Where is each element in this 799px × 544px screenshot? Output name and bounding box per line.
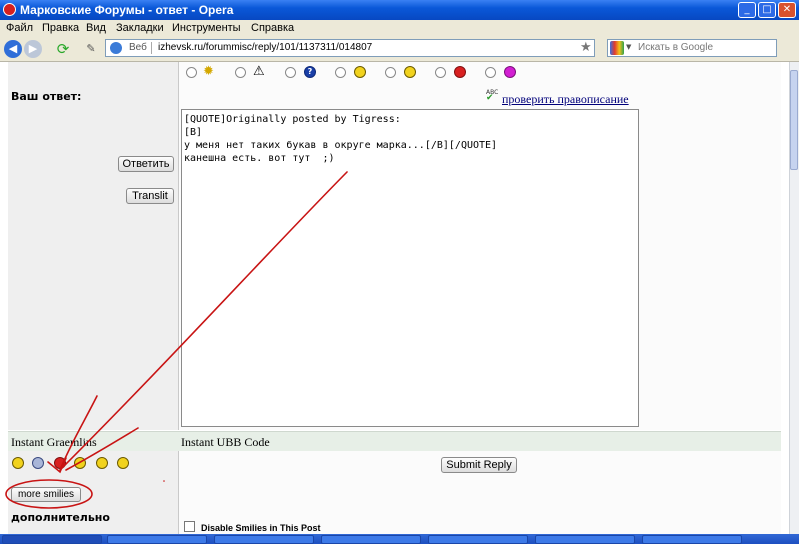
extra-options-label: дополнительно	[11, 511, 110, 524]
post-icon-radio[interactable]	[235, 67, 246, 78]
chevron-down-icon[interactable]: ▼	[626, 43, 631, 51]
menu-bar: Файл Правка Вид Закладки Инструменты Спр…	[0, 20, 799, 37]
search-field[interactable]: ▼ Искать в Google	[607, 39, 777, 57]
globe-icon	[110, 42, 122, 54]
edit-icon[interactable]: ✎	[82, 40, 100, 58]
graemlin-sad-icon[interactable]	[32, 457, 44, 469]
submit-reply-button[interactable]: Submit Reply	[441, 457, 517, 473]
cool-icon	[354, 66, 366, 78]
taskbar	[0, 534, 799, 544]
post-icon-radio[interactable]	[435, 67, 446, 78]
page-content: ✹ ⚠ ? Ваш ответ: ABC ✔ проверить правопи…	[0, 62, 789, 534]
translit-button[interactable]: Translit	[126, 188, 174, 204]
back-icon[interactable]: ◀	[4, 40, 22, 58]
taskbar-button[interactable]	[214, 535, 314, 544]
title-bar: Марковские Форумы - ответ - Opera _ □ ✕	[0, 0, 799, 20]
address-label: Веб	[129, 42, 147, 53]
bookmark-star-icon[interactable]: ★	[580, 40, 592, 55]
warning-icon: ⚠	[253, 64, 265, 79]
instant-graemlins-label: Instant Graemlins	[11, 435, 97, 449]
taskbar-button[interactable]	[2, 535, 102, 544]
minimize-button[interactable]: _	[738, 2, 756, 18]
menu-tools[interactable]: Инструменты	[172, 22, 241, 34]
taskbar-button[interactable]	[428, 535, 528, 544]
purple-icon	[504, 66, 516, 78]
url-text[interactable]: izhevsk.ru/forummisc/reply/101/1137311/0…	[158, 42, 372, 53]
your-answer-label: Ваш ответ:	[11, 90, 82, 103]
post-icon-radio[interactable]	[335, 67, 346, 78]
taskbar-button[interactable]	[642, 535, 742, 544]
reply-button[interactable]: Ответить	[118, 156, 174, 172]
post-icon-radio[interactable]	[186, 67, 197, 78]
instant-codes-bar: Instant Graemlins Instant UBB Code	[8, 431, 781, 452]
google-icon[interactable]	[610, 41, 624, 55]
disable-smilies-label: Disable Smilies in This Post	[201, 523, 321, 533]
post-icon-radio[interactable]	[385, 67, 396, 78]
menu-edit[interactable]: Правка	[42, 22, 79, 34]
taskbar-button[interactable]	[535, 535, 635, 544]
more-smilies-button[interactable]: more smilies	[11, 487, 81, 502]
opera-logo-icon	[3, 3, 16, 16]
close-button[interactable]: ✕	[778, 2, 796, 18]
address-separator	[151, 42, 152, 54]
graemlin-smile-icon[interactable]	[12, 457, 24, 469]
menu-view[interactable]: Вид	[86, 22, 106, 34]
message-line: [QUOTE]Originally posted by Tigress:	[184, 114, 401, 125]
lightbulb-icon: ✹	[203, 64, 214, 79]
checkmark-icon: ✔	[486, 93, 494, 103]
message-line: [B]	[184, 127, 203, 138]
taskbar-button[interactable]	[107, 535, 207, 544]
angry-icon	[454, 66, 466, 78]
menu-help[interactable]: Справка	[251, 22, 294, 34]
taskbar-button[interactable]	[321, 535, 421, 544]
navigation-toolbar: ◀ ▶ ⟳ ✎ Веб izhevsk.ru/forummisc/reply/1…	[0, 37, 799, 62]
post-icon-radio[interactable]	[485, 67, 496, 78]
search-placeholder: Искать в Google	[638, 42, 714, 53]
graemlin-laugh-icon[interactable]	[117, 457, 129, 469]
graemlin-grin-icon[interactable]	[96, 457, 108, 469]
address-bar[interactable]: Веб izhevsk.ru/forummisc/reply/101/11373…	[105, 39, 595, 57]
reload-icon[interactable]: ⟳	[54, 40, 72, 58]
form-label-column	[8, 62, 179, 430]
post-icon-radio[interactable]	[285, 67, 296, 78]
window-title: Марковские Форумы - ответ - Opera	[20, 3, 234, 17]
message-line: у меня нет таких букав в округе марка...…	[184, 140, 498, 151]
message-line: канешна есть. вот тут ;)	[184, 153, 335, 164]
smile-icon	[404, 66, 416, 78]
scrollbar-thumb[interactable]	[790, 70, 798, 170]
menu-bookmarks[interactable]: Закладки	[116, 22, 164, 34]
message-textarea[interactable]: [QUOTE]Originally posted by Tigress: [B]…	[181, 109, 639, 427]
forward-icon[interactable]: ▶	[24, 40, 42, 58]
disable-smilies-checkbox[interactable]	[184, 521, 195, 532]
spellcheck-link[interactable]: проверить правописание	[502, 92, 629, 107]
maximize-button[interactable]: □	[758, 2, 776, 18]
question-icon: ?	[304, 66, 316, 78]
graemlin-angry-icon[interactable]	[54, 457, 66, 469]
menu-file[interactable]: Файл	[6, 22, 33, 34]
graemlin-wink-icon[interactable]	[74, 457, 86, 469]
instant-ubb-label: Instant UBB Code	[181, 435, 270, 449]
